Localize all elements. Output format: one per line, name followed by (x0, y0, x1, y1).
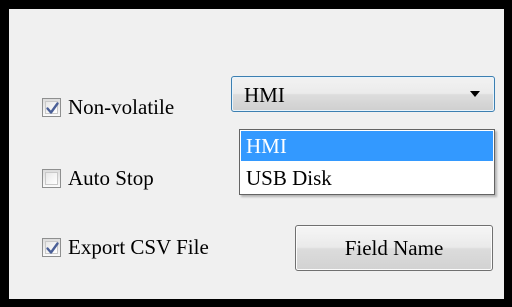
field-name-button[interactable]: Field Name (295, 225, 493, 271)
checkmark-icon (46, 101, 59, 114)
storage-dropdown[interactable]: HMI (231, 76, 495, 112)
settings-panel: Non-volatile Auto Stop Export CSV File H… (0, 0, 512, 307)
storage-dropdown-list: HMI USB Disk (239, 129, 495, 195)
auto-stop-option[interactable]: Auto Stop (42, 164, 154, 192)
export-csv-label: Export CSV File (68, 235, 209, 259)
export-csv-option[interactable]: Export CSV File (42, 233, 209, 261)
dropdown-option-usb-disk[interactable]: USB Disk (241, 163, 493, 193)
export-csv-checkbox[interactable] (42, 237, 61, 257)
non-volatile-checkbox[interactable] (42, 97, 61, 117)
checkmark-icon (46, 241, 59, 254)
non-volatile-option[interactable]: Non-volatile (42, 93, 174, 121)
chevron-down-icon[interactable] (470, 91, 480, 97)
auto-stop-checkbox[interactable] (42, 168, 61, 188)
non-volatile-label: Non-volatile (68, 95, 175, 119)
auto-stop-label: Auto Stop (68, 166, 154, 190)
dropdown-option-hmi[interactable]: HMI (241, 131, 493, 161)
storage-dropdown-value: HMI (244, 83, 285, 107)
